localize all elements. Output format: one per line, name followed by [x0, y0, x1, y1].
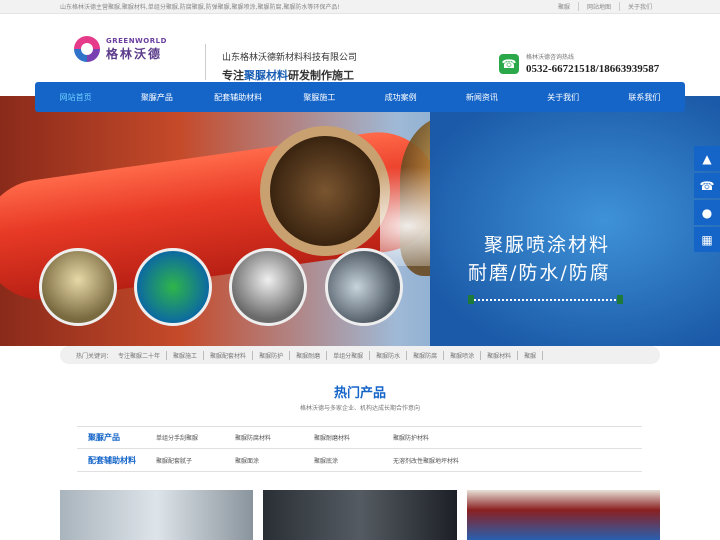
banner-pipe-ring [260, 126, 390, 256]
category-item[interactable]: 单组分手刮聚脲 [156, 433, 235, 442]
category-item[interactable]: 无溶剂改性聚脲地坪材料 [393, 456, 459, 465]
keyword-link[interactable]: 聚脲防腐 [407, 350, 445, 360]
keyword-link[interactable]: 聚脲施工 [167, 350, 205, 360]
banner-divider [468, 295, 623, 304]
logo-en-text: GREENWORLD [106, 36, 167, 45]
banner-circle-roof [325, 248, 403, 326]
product-image[interactable] [466, 490, 660, 540]
product-grid [60, 490, 660, 540]
category-name[interactable]: 配套辅助材料 [77, 455, 156, 466]
top-link-about[interactable]: 关于我们 [618, 2, 660, 11]
qq-icon[interactable]: ● [694, 200, 720, 225]
back-to-top-icon[interactable]: ▲ [694, 146, 720, 171]
category-item[interactable]: 聚脲配套腻子 [156, 456, 235, 465]
top-link-polyurea[interactable]: 聚脲 [550, 2, 578, 11]
top-link-sitemap[interactable]: 网站地图 [577, 2, 619, 11]
hotline-number: 0532-66721518/18663939587 [526, 63, 660, 75]
keywords-label: 热门关键词： [76, 352, 113, 360]
keyword-link[interactable]: 聚脲防水 [370, 350, 408, 360]
hot-products-title: 热门产品 [333, 386, 386, 401]
banner-circle-pipe [39, 248, 117, 326]
nav-auxiliary[interactable]: 配套辅助材料 [198, 82, 279, 112]
keyword-link[interactable]: 聚脲喷涂 [444, 350, 482, 360]
banner-circle-playground [134, 248, 212, 326]
category-item[interactable]: 聚脲底涂 [314, 456, 393, 465]
top-intro-text: 山东格林沃德主营聚脲,聚脲材料,单组分聚脲,防腐聚脲,防弹聚脲,聚脲喷涂,聚脲防… [60, 4, 340, 11]
logo-cn-text: 格林沃德 [106, 46, 163, 61]
keyword-link[interactable]: 聚脲材料 [481, 350, 519, 360]
nav-products[interactable]: 聚脲产品 [116, 82, 197, 112]
company-name: 山东格林沃德新材料科技有限公司 [222, 53, 358, 63]
nav-about[interactable]: 关于我们 [523, 82, 604, 112]
hot-products-subtitle: 格林沃德与多家企业、机构达成长期合作意向 [299, 405, 420, 412]
hero-banner[interactable]: 聚脲喷涂材料 耐磨/防水/防腐 [0, 96, 720, 346]
company-slogan: 专注聚脲材料研发制作施工 [222, 69, 354, 82]
hot-keywords: 热门关键词： 专注聚脲二十年 聚脲施工 聚脲配套材料 聚脲防护 聚脲耐磨 单组分… [60, 346, 660, 364]
category-name[interactable]: 聚脲产品 [77, 432, 156, 443]
keyword-link[interactable]: 聚脲耐磨 [290, 350, 328, 360]
nav-home[interactable]: 网站首页 [35, 82, 116, 112]
category-item[interactable]: 聚脲防护材料 [393, 433, 472, 442]
banner-title: 聚脲喷涂材料 [484, 234, 611, 256]
category-row: 聚脲产品 单组分手刮聚脲 聚脲防腐材料 聚脲耐磨材料 聚脲防护材料 [77, 426, 642, 449]
banner-subtitle: 耐磨/防水/防腐 [468, 262, 611, 284]
banner-circle-factory [229, 248, 307, 326]
side-toolbar: ▲ ☎ ● ▦ [694, 146, 720, 252]
keyword-link[interactable]: 单组分聚脲 [327, 350, 371, 360]
nav-cases[interactable]: 成功案例 [360, 82, 441, 112]
category-item[interactable]: 聚脲防腐材料 [235, 433, 314, 442]
main-nav: 网站首页 聚脲产品 配套辅助材料 聚脲施工 成功案例 新闻资讯 关于我们 联系我… [35, 82, 685, 112]
category-item[interactable]: 聚脲耐磨材料 [314, 433, 393, 442]
phone-icon[interactable]: ☎ [694, 173, 720, 198]
company-info: 山东格林沃德新材料科技有限公司 专注聚脲材料研发制作施工 [222, 50, 357, 83]
logo-mark-icon [74, 36, 100, 62]
keyword-link[interactable]: 专注聚脲二十年 [112, 350, 168, 360]
product-image[interactable] [60, 490, 254, 540]
phone-icon: ☎ [499, 53, 519, 74]
qrcode-icon[interactable]: ▦ [694, 227, 720, 252]
top-bar: 山东格林沃德主营聚脲,聚脲材料,单组分聚脲,防腐聚脲,防弹聚脲,聚脲喷涂,聚脲防… [0, 0, 720, 14]
category-row: 配套辅助材料 聚脲配套腻子 聚脲面涂 聚脲底涂 无溶剂改性聚脲地坪材料 [77, 449, 642, 472]
logo[interactable]: GREENWORLD 格林沃德 [74, 36, 167, 62]
category-item[interactable]: 聚脲面涂 [235, 456, 314, 465]
banner-blue-splash [430, 96, 720, 346]
product-image[interactable] [263, 490, 457, 540]
keyword-link[interactable]: 聚脲 [518, 350, 544, 360]
header: GREENWORLD 格林沃德 山东格林沃德新材料科技有限公司 专注聚脲材料研发… [0, 14, 720, 84]
hotline: ☎ 格林沃德咨询热线 0532-66721518/18663939587 [499, 52, 659, 75]
nav-contact[interactable]: 联系我们 [604, 82, 685, 112]
nav-construction[interactable]: 聚脲施工 [279, 82, 360, 112]
keyword-link[interactable]: 聚脲配套材料 [204, 350, 254, 360]
nav-news[interactable]: 新闻资讯 [441, 82, 522, 112]
header-divider [205, 44, 206, 80]
category-table: 聚脲产品 单组分手刮聚脲 聚脲防腐材料 聚脲耐磨材料 聚脲防护材料 配套辅助材料… [77, 426, 642, 472]
hotline-label: 格林沃德咨询热线 [526, 54, 575, 61]
top-links: 聚脲 网站地图 关于我们 [550, 2, 660, 11]
keyword-link[interactable]: 聚脲防护 [253, 350, 291, 360]
